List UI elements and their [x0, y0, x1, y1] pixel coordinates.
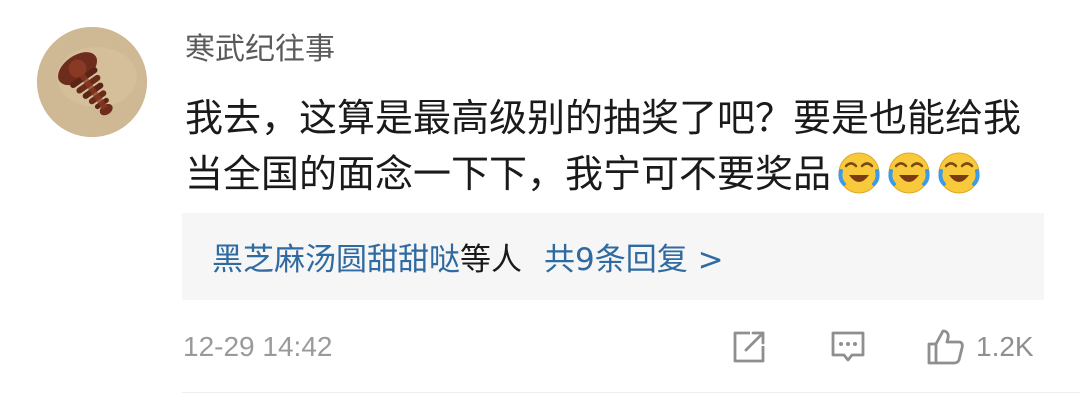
like-count: 1.2K — [976, 331, 1034, 362]
username[interactable]: 寒武纪往事 — [185, 30, 335, 70]
laughing-crying-emoji-icon — [937, 151, 981, 195]
reply-others-label: 等人 — [460, 242, 522, 278]
thumbs-up-icon — [926, 327, 966, 367]
replies-preview[interactable]: 黑芝麻汤圆甜甜哒 等人 共9条回复 > — [182, 213, 1044, 300]
reply-user-names[interactable]: 黑芝麻汤圆甜甜哒 — [212, 234, 460, 279]
view-replies-link[interactable]: 共9条回复 > — [544, 234, 724, 279]
laughing-crying-emoji-icon — [887, 151, 931, 195]
laughing-crying-emoji-icon — [837, 151, 881, 195]
share-icon — [730, 328, 768, 366]
like-button[interactable]: 1.2K — [926, 327, 1034, 367]
share-button[interactable] — [730, 327, 768, 367]
trilobite-fossil-image — [37, 27, 147, 137]
comment-body: 我去，这算是最高级别的抽奖了吧？要是也能给我当全国的面念一下下，我宁可不要奖品 — [185, 90, 1055, 202]
reply-button[interactable] — [829, 327, 867, 367]
avatar[interactable] — [37, 27, 147, 137]
comment-icon — [829, 328, 867, 366]
divider — [182, 392, 1080, 393]
comment-card: 寒武纪往事 我去，这算是最高级别的抽奖了吧？要是也能给我当全国的面念一下下，我宁… — [0, 0, 1080, 410]
comment-timestamp: 12-29 14:42 — [183, 331, 333, 362]
